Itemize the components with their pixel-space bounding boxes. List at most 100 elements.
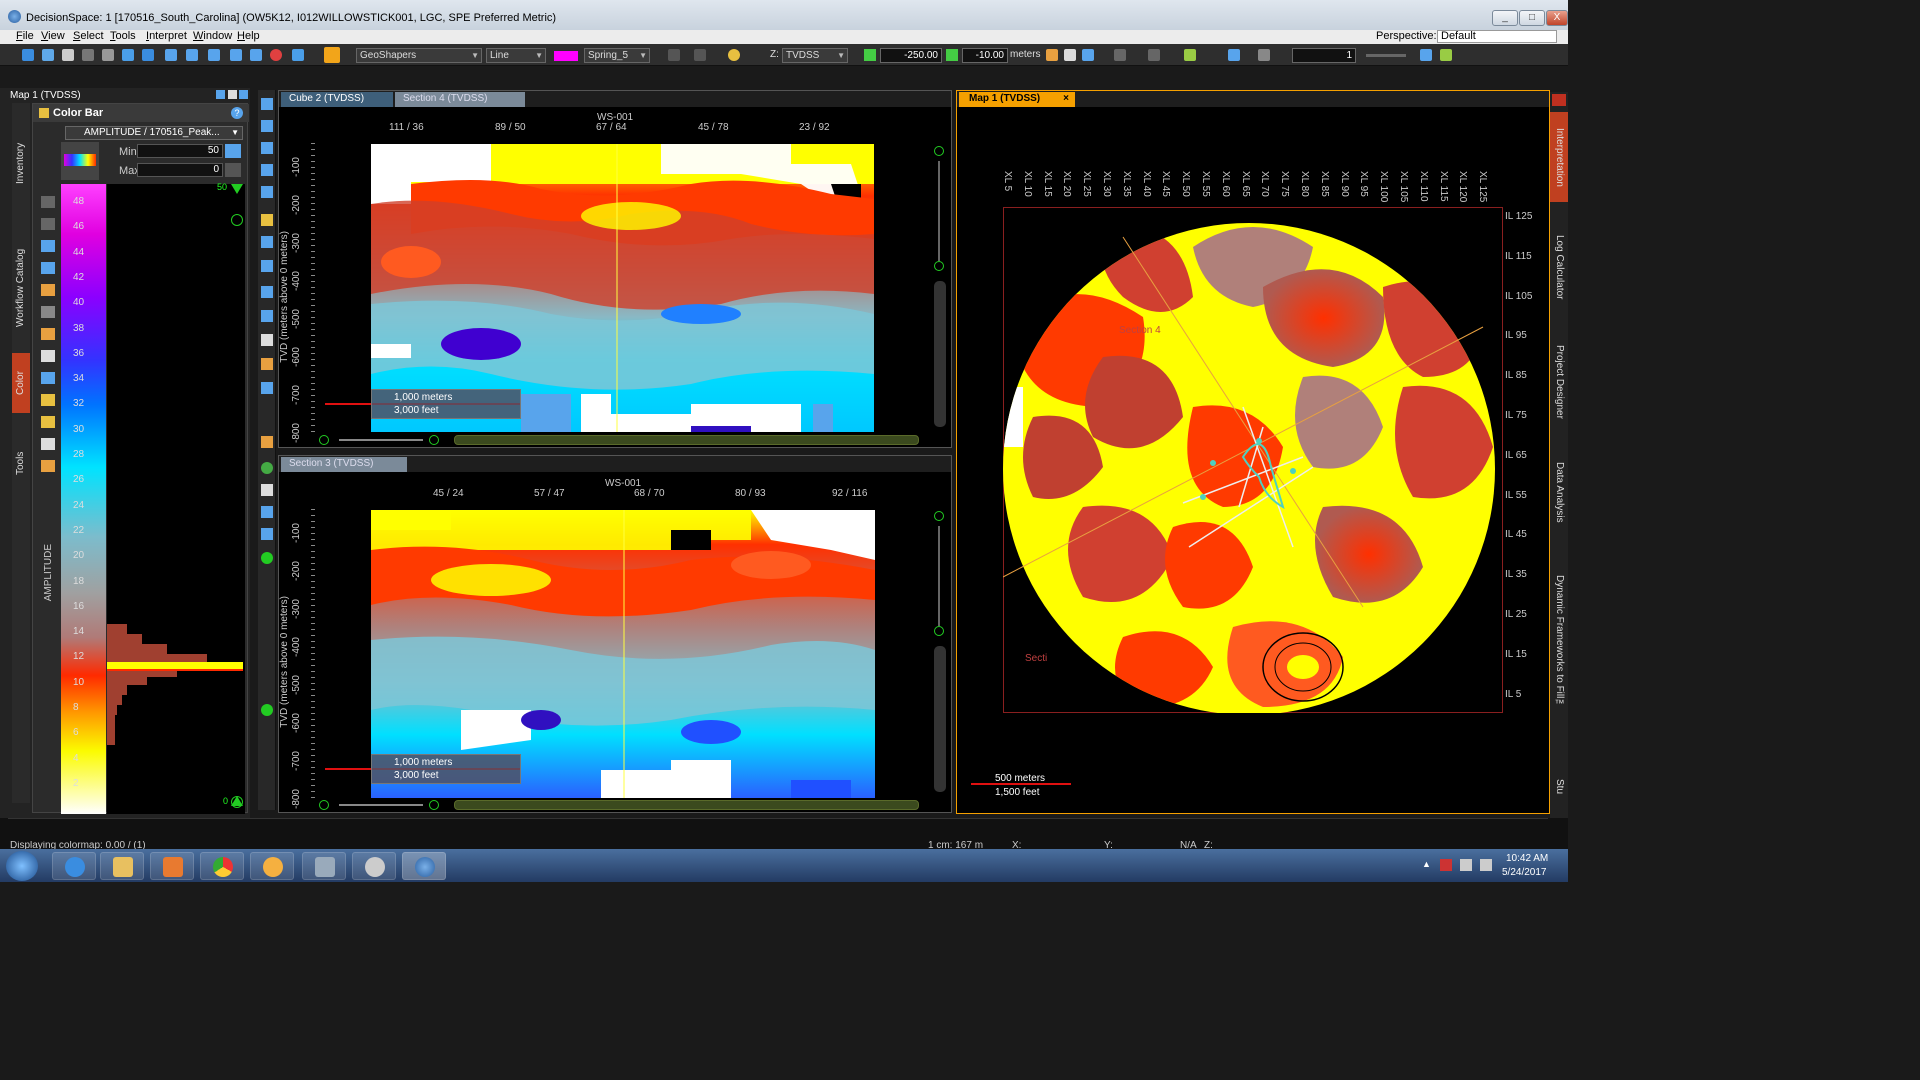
zoom-in-icon[interactable] — [429, 800, 439, 810]
fault-icon[interactable] — [261, 236, 273, 248]
sun-icon[interactable] — [728, 49, 740, 61]
zoom-box-icon[interactable] — [261, 120, 273, 132]
layers-icon[interactable] — [250, 49, 262, 61]
eraser-icon[interactable] — [41, 306, 55, 318]
tab-color[interactable]: Color — [12, 353, 30, 413]
record-icon[interactable] — [270, 49, 282, 61]
copy-icon[interactable] — [41, 438, 55, 450]
palette-icon[interactable] — [41, 328, 55, 340]
zoom-slider[interactable] — [339, 439, 423, 441]
end-value-input[interactable]: -10.00 — [962, 48, 1008, 63]
link-icon[interactable] — [1046, 49, 1058, 61]
stop-icon[interactable] — [82, 49, 94, 61]
zoom-in-icon[interactable] — [231, 214, 243, 226]
tray-expand-icon[interactable]: ▲ — [1422, 859, 1432, 869]
menu-select[interactable]: Select — [73, 30, 104, 43]
range-icon[interactable] — [41, 372, 55, 384]
zoom-out-icon[interactable] — [231, 796, 243, 808]
taskbar-chrome[interactable] — [200, 852, 244, 880]
menu-help[interactable]: Help — [237, 30, 260, 43]
zoom-icon[interactable] — [261, 142, 273, 154]
close-icon[interactable]: × — [1063, 92, 1069, 106]
step-input[interactable]: 1 — [1292, 48, 1356, 63]
redo-icon[interactable] — [41, 218, 55, 230]
ruler-icon[interactable] — [1258, 49, 1270, 61]
zoom-in-icon[interactable] — [429, 435, 439, 445]
z-domain-select[interactable]: TVDSS ▼ — [782, 48, 848, 63]
pick-icon[interactable] — [122, 49, 134, 61]
gradient-icon[interactable] — [41, 262, 55, 274]
start-button[interactable] — [6, 851, 38, 881]
target-icon[interactable] — [261, 462, 273, 474]
menu-view[interactable]: View — [41, 30, 65, 43]
line-select[interactable]: Line ▼ — [486, 48, 546, 63]
histogram-icon[interactable] — [41, 240, 55, 252]
clock-time[interactable]: 10:42 AM — [1506, 853, 1548, 864]
box-icon[interactable] — [261, 310, 273, 322]
taskbar-app6[interactable] — [302, 852, 346, 880]
tray-volume-icon[interactable] — [1480, 859, 1492, 871]
tab-project-designer[interactable]: Project Designer — [1550, 332, 1568, 432]
menu-window[interactable]: Window — [193, 30, 232, 43]
home-icon[interactable] — [1064, 49, 1076, 61]
horizon-icon[interactable] — [261, 214, 273, 226]
taskbar-paint[interactable] — [352, 852, 396, 880]
paint-icon[interactable] — [261, 358, 273, 370]
tab-section3[interactable]: Section 3 (TVDSS) — [281, 457, 407, 472]
grid-icon[interactable] — [1420, 49, 1432, 61]
export-icon[interactable] — [261, 528, 273, 540]
colormap-preview[interactable] — [61, 142, 99, 180]
cursor-icon[interactable] — [261, 484, 273, 496]
tray-flag-icon[interactable] — [1440, 859, 1452, 871]
refresh-icon[interactable] — [261, 164, 273, 176]
zoom-icon[interactable] — [165, 49, 177, 61]
polygon-icon[interactable] — [261, 286, 273, 298]
horizontal-scrollbar[interactable] — [454, 800, 919, 810]
colormap-select[interactable]: Spring_5 ▼ — [584, 48, 650, 63]
rotate-icon[interactable] — [186, 49, 198, 61]
min-input[interactable]: 50 — [137, 144, 223, 158]
vertical-zoom-out-icon[interactable] — [934, 626, 944, 636]
save-icon[interactable] — [42, 49, 54, 61]
tab-inventory[interactable]: Inventory — [12, 133, 30, 193]
taskbar-explorer[interactable] — [100, 852, 144, 880]
cube-icon[interactable] — [230, 49, 242, 61]
max-input[interactable]: 0 — [137, 163, 223, 177]
clock-date[interactable]: 5/24/2017 — [1502, 867, 1547, 878]
layers-icon[interactable] — [261, 334, 273, 346]
panel-menu-icon[interactable] — [1552, 94, 1566, 106]
reverse-icon[interactable] — [41, 460, 55, 472]
table-icon[interactable] — [41, 350, 55, 362]
tab-tools[interactable]: Tools — [12, 438, 30, 488]
taskbar-media[interactable] — [150, 852, 194, 880]
vertical-zoom-slider[interactable] — [938, 161, 940, 261]
tab-dynamic-frameworks[interactable]: Dynamic Frameworks to Fill™ — [1550, 562, 1568, 722]
pointer-icon[interactable] — [261, 98, 273, 110]
panel-restore-icon[interactable] — [228, 90, 237, 99]
open-icon[interactable] — [62, 49, 74, 61]
taskbar-decisionspace[interactable] — [402, 852, 446, 880]
attribute-select[interactable]: AMPLITUDE / 170516_Peak... ▼ — [65, 126, 243, 140]
tab-map1[interactable]: Map 1 (TVDSS) × — [959, 92, 1075, 107]
vertical-zoom-slider[interactable] — [938, 526, 940, 626]
menu-interpret[interactable]: Interpret — [146, 30, 187, 43]
vertical-zoom-out-icon[interactable] — [934, 261, 944, 271]
zoom-slider[interactable] — [339, 804, 423, 806]
panel-minimize-icon[interactable] — [239, 90, 248, 99]
import-icon[interactable] — [41, 416, 55, 428]
settings-icon[interactable] — [261, 436, 273, 448]
maximize-button[interactable]: □ — [1519, 10, 1545, 26]
undo-icon[interactable] — [668, 49, 680, 61]
max-lock-icon[interactable] — [225, 163, 241, 177]
redo-icon[interactable] — [694, 49, 706, 61]
tab-section4[interactable]: Section 4 (TVDSS) — [395, 92, 525, 107]
pan-icon[interactable] — [208, 49, 220, 61]
settings-icon[interactable] — [292, 49, 304, 61]
zoom-in-icon[interactable] — [261, 552, 273, 564]
tab-interpretation[interactable]: Interpretation — [1550, 112, 1568, 202]
pin-icon[interactable] — [1184, 49, 1196, 61]
vertical-scrollbar[interactable] — [934, 646, 946, 792]
bookmark-icon[interactable] — [1114, 49, 1126, 61]
export-icon[interactable] — [41, 394, 55, 406]
pick-icon[interactable] — [261, 382, 273, 394]
